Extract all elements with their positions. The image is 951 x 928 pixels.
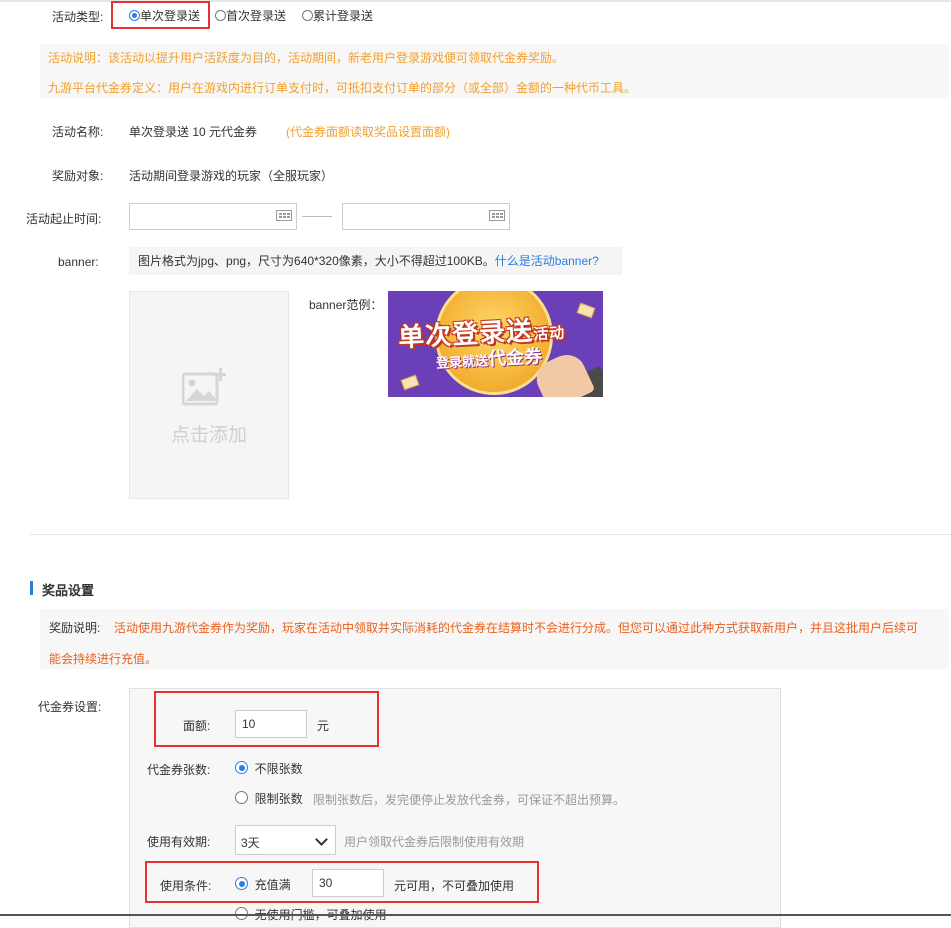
what-is-banner-link[interactable]: 什么是活动banner? <box>495 254 599 268</box>
voucher-count-label: 代金券张数: <box>147 763 211 777</box>
ticket-graphic <box>576 302 596 319</box>
section-divider <box>30 534 951 535</box>
banner-example-image: 单次登录送活动 登录就送代金券 <box>388 291 603 397</box>
upload-click-add-text: 点击添加 <box>170 425 247 446</box>
reward-target-label: 奖励对象: <box>52 169 104 183</box>
calendar-icon[interactable] <box>489 210 505 221</box>
calendar-icon[interactable] <box>276 210 292 221</box>
banner-info: 图片格式为jpg、png，尺寸为640*320像素，大小不得超过100KB。什么… <box>129 247 622 275</box>
voucher-settings-label: 代金券设置: <box>38 700 102 714</box>
radio-unchecked-icon[interactable] <box>302 10 313 21</box>
section-accent-bar <box>30 581 33 595</box>
validity-note: 用户领取代金券后限制使用有效期 <box>344 835 525 849</box>
activity-name-value: 单次登录送 10 元代金券 <box>129 125 258 139</box>
radio-single-login[interactable]: 单次登录送 <box>129 7 200 24</box>
prize-desc-label: 奖励说明: <box>49 621 101 635</box>
activity-name-label: 活动名称: <box>52 125 104 139</box>
activity-name-hint: (代金券面额读取奖品设置面额) <box>286 125 450 139</box>
prize-desc-line-2: 能会持续进行充值。 <box>49 652 158 666</box>
radio-unchecked-icon[interactable] <box>215 10 226 21</box>
reward-target-value: 活动期间登录游戏的玩家（全服玩家） <box>129 169 334 183</box>
activity-notice: 活动说明：该活动以提升用户活跃度为目的，活动期间，新老用户登录游戏便可领取代金券… <box>40 44 948 98</box>
validity-selected-value: 3天 <box>241 836 260 850</box>
recharge-threshold-input[interactable] <box>312 869 384 897</box>
add-image-icon <box>182 368 226 406</box>
end-date-input[interactable] <box>342 203 510 230</box>
banner-example-subtitle: 登录就送代金券 <box>435 346 543 371</box>
notice-line-1: 活动说明：该活动以提升用户活跃度为目的，活动期间，新老用户登录游戏便可领取代金券… <box>48 51 565 65</box>
prize-section-title: 奖品设置 <box>42 583 95 598</box>
ticket-graphic <box>400 374 420 391</box>
radio-cumulative-login[interactable]: 累计登录送 <box>302 7 373 24</box>
start-date-picker[interactable] <box>129 203 297 230</box>
radio-unlimited-count[interactable]: 不限张数 <box>235 760 303 777</box>
face-value-unit: 元 <box>317 719 330 733</box>
radio-checked-icon[interactable] <box>129 10 140 21</box>
activity-type-label: 活动类型: <box>52 10 104 24</box>
validity-label: 使用有效期: <box>147 835 211 849</box>
usage-condition-label: 使用条件: <box>160 879 212 893</box>
recharge-threshold-suffix: 元可用，不可叠加使用 <box>394 879 515 893</box>
notice-line-2: 九游平台代金券定义：用户在游戏内进行订单支付时，可抵扣支付订单的部分（或全部）金… <box>48 81 637 95</box>
face-value-input[interactable] <box>235 710 307 738</box>
time-range-label: 活动起止时间: <box>26 212 102 226</box>
end-date-picker[interactable] <box>342 203 510 230</box>
radio-first-login[interactable]: 首次登录送 <box>215 7 286 24</box>
banner-upload-area[interactable]: 点击添加 <box>129 291 289 499</box>
radio-unchecked-icon[interactable] <box>235 791 248 804</box>
date-range-dash <box>302 216 332 217</box>
chevron-down-icon[interactable] <box>315 833 328 846</box>
validity-select[interactable]: 3天 <box>235 825 336 855</box>
banner-label: banner: <box>58 255 99 269</box>
prize-notice: 奖励说明: 活动使用九游代金券作为奖励，玩家在活动中领取并实际消耗的代金券在结算… <box>40 609 948 669</box>
radio-limited-count[interactable]: 限制张数 <box>235 790 303 807</box>
radio-checked-icon[interactable] <box>235 877 248 890</box>
face-value-label: 面额: <box>183 719 211 733</box>
radio-recharge-threshold[interactable]: 充值满 <box>235 876 291 893</box>
prize-desc-line-1: 活动使用九游代金券作为奖励，玩家在活动中领取并实际消耗的代金券在结算时不会进行分… <box>114 621 919 635</box>
start-date-input[interactable] <box>129 203 297 230</box>
banner-example-label: banner范例： <box>309 298 383 312</box>
radio-checked-icon[interactable] <box>235 761 248 774</box>
limited-count-note: 限制张数后，发完便停止发放代金券，可保证不超出预算。 <box>313 793 626 807</box>
banner-info-text: 图片格式为jpg、png，尺寸为640*320像素，大小不得超过100KB。 <box>138 254 495 268</box>
